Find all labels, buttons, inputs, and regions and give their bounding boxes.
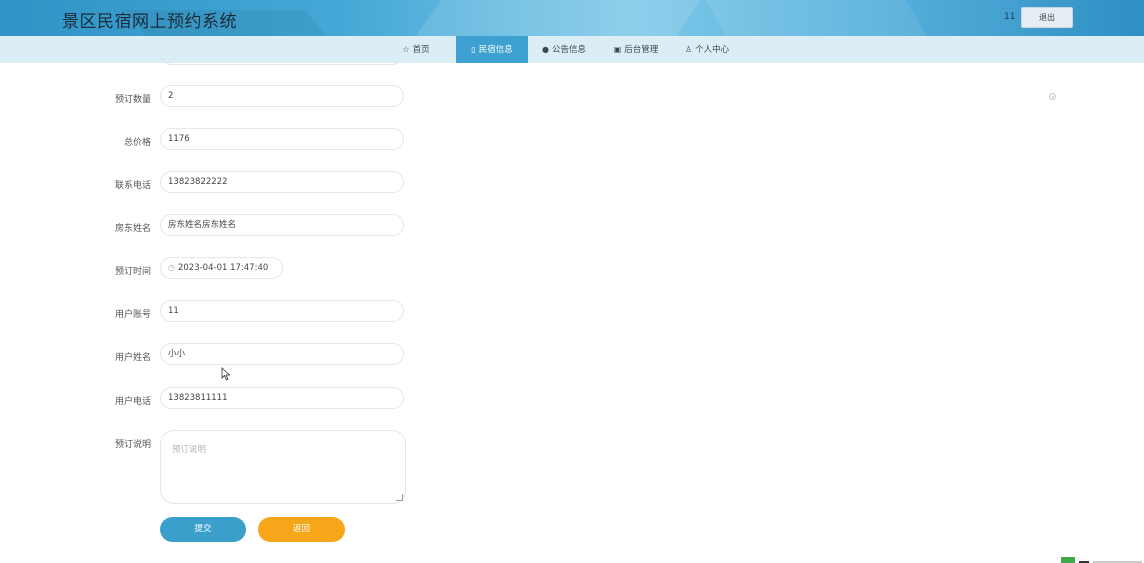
- contact-phone-input[interactable]: 13823822222: [160, 171, 404, 193]
- scrolled-field[interactable]: [160, 52, 404, 65]
- user-account-input[interactable]: 11: [160, 300, 404, 322]
- clock-icon: ◷: [168, 263, 175, 272]
- submit-button[interactable]: 提交: [160, 517, 246, 542]
- nav-item-label: 首页: [412, 45, 430, 55]
- quantity-label: 预订数量: [114, 95, 151, 105]
- user-phone-label: 用户电话: [114, 397, 151, 407]
- booking-time-label: 预订时间: [114, 267, 151, 277]
- info-circle-icon: ●: [542, 45, 549, 54]
- user-icon: ♙: [684, 45, 693, 54]
- nav-item-admin[interactable]: ▣ 后台管理: [605, 36, 667, 63]
- nav-item-homestay-info[interactable]: ▯ 民宿信息: [456, 36, 528, 63]
- floating-widget-icon[interactable]: [1061, 556, 1144, 563]
- nav-item-label: 后台管理: [624, 45, 659, 55]
- quantity-input[interactable]: 2: [160, 85, 404, 107]
- landlord-name-input[interactable]: 房东姓名房东姓名: [160, 214, 404, 236]
- nav-item-label: 个人中心: [695, 45, 730, 55]
- booking-time-value: 2023-04-01 17:47:40: [177, 263, 269, 273]
- total-price-label: 总价格: [123, 138, 151, 148]
- user-account-label: 用户账号: [114, 310, 151, 320]
- logout-button[interactable]: 退出: [1021, 7, 1073, 28]
- booking-note-textarea[interactable]: 预订说明: [160, 430, 406, 504]
- resize-handle[interactable]: [396, 494, 403, 501]
- circle-dot-icon[interactable]: [1049, 93, 1056, 100]
- nav-item-label: 民宿信息: [478, 45, 513, 55]
- nav-item-announcements[interactable]: ● 公告信息: [534, 36, 594, 63]
- back-button[interactable]: 返回: [258, 517, 345, 542]
- booking-note-label: 预订说明: [114, 440, 151, 450]
- landlord-name-label: 房东姓名: [114, 224, 151, 234]
- current-username: 11: [1004, 12, 1016, 22]
- clipboard-icon: ▯: [471, 45, 476, 54]
- nav-item-label: 公告信息: [551, 45, 586, 55]
- booking-time-picker[interactable]: ◷ 2023-04-01 17:47:40: [160, 257, 283, 279]
- user-phone-input[interactable]: 13823811111: [160, 387, 404, 409]
- user-name-label: 用户姓名: [114, 353, 151, 363]
- user-name-input[interactable]: 小小: [160, 343, 404, 365]
- mouse-cursor-icon: [221, 367, 231, 381]
- nav-item-profile[interactable]: ♙ 个人中心: [677, 36, 737, 63]
- contact-phone-label: 联系电话: [114, 181, 151, 191]
- top-header: 景区民宿网上预约系统 11 退出: [0, 0, 1144, 36]
- header-decoration: [377, 0, 723, 36]
- save-icon: ▣: [613, 45, 622, 54]
- site-title: 景区民宿网上预约系统: [62, 12, 237, 32]
- header-decoration: [694, 0, 946, 36]
- booking-note-placeholder: 预订说明: [172, 445, 207, 455]
- total-price-input[interactable]: 1176: [160, 128, 404, 150]
